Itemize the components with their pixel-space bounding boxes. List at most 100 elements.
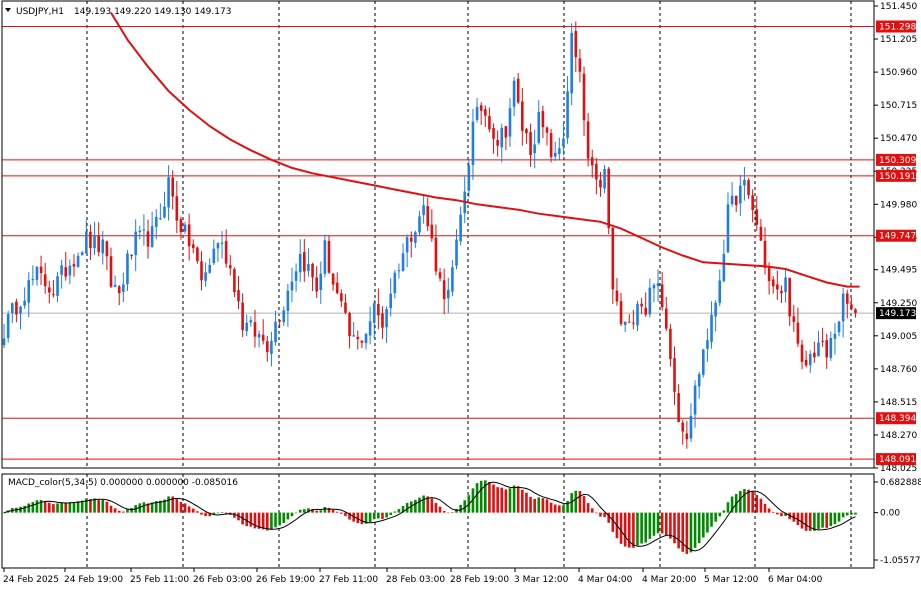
macd-bar xyxy=(126,509,129,513)
macd-bar xyxy=(52,504,55,513)
candle-body xyxy=(146,231,150,247)
macd-bar xyxy=(829,512,833,526)
candle-body xyxy=(130,254,133,256)
candle-body xyxy=(574,30,578,58)
macd-bar xyxy=(113,508,117,513)
macd-bar xyxy=(845,512,849,516)
macd-bar xyxy=(393,511,397,513)
candle-body xyxy=(64,267,68,277)
candle-body xyxy=(525,129,528,134)
candle-body xyxy=(664,308,668,329)
macd-bar xyxy=(504,489,508,513)
macd-bar xyxy=(130,508,133,513)
macd-bar xyxy=(656,512,660,534)
y-tick-label: 148.025 xyxy=(880,464,917,474)
candle-body xyxy=(385,309,388,328)
candle-body xyxy=(220,242,224,244)
candle-body xyxy=(479,105,483,111)
candle-body xyxy=(270,340,273,354)
candle-body xyxy=(191,244,195,249)
candle-body xyxy=(755,209,759,225)
candle-body xyxy=(348,312,351,337)
macd-bar xyxy=(553,504,557,513)
macd-bar xyxy=(117,510,121,513)
candle-body xyxy=(249,320,253,323)
macd-bar xyxy=(101,499,105,513)
candle-body xyxy=(459,214,462,242)
macd-bar xyxy=(183,503,187,513)
x-tick-label: 6 Mar 04:00 xyxy=(768,575,823,585)
candle-body xyxy=(93,235,96,249)
candle-body xyxy=(702,349,705,375)
x-tick-label: 27 Feb 11:00 xyxy=(319,575,378,585)
candle-body xyxy=(241,302,244,331)
macd-y-tick-label: 0.682888 xyxy=(880,478,921,488)
candle-body xyxy=(739,185,742,204)
macd-bar xyxy=(109,505,113,513)
candle-body xyxy=(619,301,623,324)
candle-body xyxy=(212,248,216,264)
candle-body xyxy=(796,322,800,344)
macd-bar xyxy=(282,512,286,523)
candle-body xyxy=(636,303,639,326)
candle-body xyxy=(204,272,207,281)
candle-body xyxy=(492,128,495,139)
candle-body xyxy=(134,231,137,255)
candle-body xyxy=(10,303,14,314)
macd-bar xyxy=(710,512,713,527)
macd-bar xyxy=(529,496,532,513)
candle-body xyxy=(558,148,561,155)
candle-body xyxy=(23,300,26,306)
macd-bar xyxy=(512,485,516,513)
macd-bar xyxy=(644,512,648,543)
candle-body xyxy=(331,273,335,285)
macd-bar xyxy=(389,512,392,516)
x-tick-label: 28 Feb 19:00 xyxy=(450,575,509,585)
macd-bar xyxy=(558,505,561,513)
candle-body xyxy=(792,316,796,322)
macd-bar xyxy=(623,512,627,547)
macd-bar xyxy=(525,492,528,513)
macd-bar xyxy=(344,512,347,517)
macd-bar xyxy=(122,511,125,513)
macd-bar xyxy=(72,502,76,513)
candle-body xyxy=(586,121,590,159)
macd-bar xyxy=(664,512,668,536)
macd-bar xyxy=(689,512,693,553)
candle-body xyxy=(595,163,598,180)
macd-bar xyxy=(702,512,705,538)
candle-body xyxy=(228,265,232,269)
candle-body xyxy=(344,302,347,313)
candle-body xyxy=(512,80,516,107)
candle-body xyxy=(603,168,606,189)
macd-bar xyxy=(105,501,109,513)
candle-body xyxy=(623,321,627,326)
candle-body xyxy=(566,91,569,138)
macd-bar xyxy=(442,511,446,513)
chart-symbol: USDJPY,H1 xyxy=(16,7,64,17)
candle-body xyxy=(685,433,689,440)
candle-body xyxy=(788,277,791,317)
macd-bar xyxy=(216,512,220,514)
candle-body xyxy=(697,374,701,387)
candle-body xyxy=(784,277,787,293)
candle-body xyxy=(533,144,536,154)
macd-bar xyxy=(693,512,697,548)
macd-bar xyxy=(27,503,31,513)
candle-body xyxy=(611,227,615,290)
candle-body xyxy=(467,165,471,191)
candle-body xyxy=(15,301,18,315)
candle-body xyxy=(504,126,508,138)
candle-body xyxy=(340,293,343,302)
candle-body xyxy=(734,195,738,206)
macd-bar xyxy=(578,491,582,513)
candle-body xyxy=(446,289,450,299)
macd-bar xyxy=(632,512,635,548)
candle-body xyxy=(335,282,339,294)
y-tick-label: 148.515 xyxy=(880,398,917,408)
candle-body xyxy=(216,243,220,249)
macd-bar xyxy=(800,512,804,529)
candle-body xyxy=(722,253,726,282)
y-tick-label: 149.495 xyxy=(880,266,917,276)
macd-bar xyxy=(850,512,853,515)
